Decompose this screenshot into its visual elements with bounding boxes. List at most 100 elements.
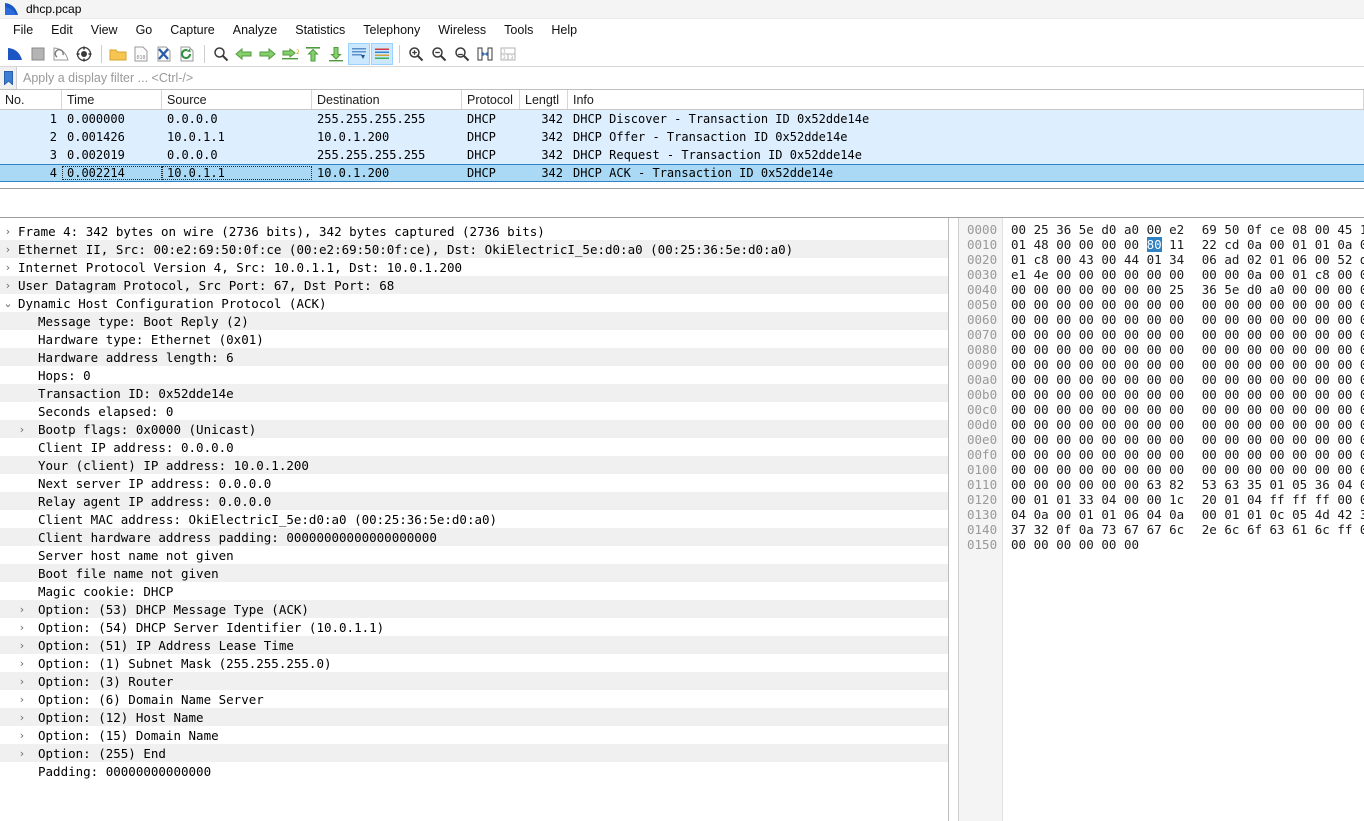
hex-byte[interactable]: 00 [1169,357,1184,372]
hex-byte[interactable]: 06 [1202,252,1217,267]
hex-byte[interactable]: 00 [1292,417,1307,432]
hex-byte[interactable]: 04 [1101,492,1116,507]
hex-byte-row[interactable]: 00 00 00 00 00 00 00 00 00 00 00 00 00 0… [1011,417,1364,432]
hex-byte[interactable]: 00 [1337,357,1352,372]
hex-byte[interactable]: a0 [1124,222,1139,237]
column-header-info[interactable]: Info [568,90,1364,109]
chevron-right-icon[interactable]: › [14,640,30,651]
hex-byte[interactable]: 00 [1124,492,1139,507]
hex-byte[interactable]: 01 [1270,477,1285,492]
hex-byte[interactable]: 00 [1337,267,1352,282]
detail-node[interactable]: › Option: (54) DHCP Server Identifier (10… [0,618,948,636]
hex-byte[interactable]: 00 [1360,447,1364,462]
detail-node[interactable]: › Ethernet II, Src: 00:e2:69:50:0f:ce (00… [0,240,948,258]
hex-byte[interactable]: 00 [1011,492,1026,507]
hex-byte[interactable]: 00 [1247,402,1262,417]
zoom-out-icon[interactable] [428,43,450,65]
hex-byte[interactable]: 00 [1056,267,1071,282]
hex-byte[interactable]: 00 [1011,297,1026,312]
hex-byte[interactable]: 82 [1169,477,1184,492]
hex-byte[interactable]: 01 [1292,237,1307,252]
menu-go[interactable]: Go [127,21,162,39]
hex-byte[interactable]: ff [1270,492,1285,507]
hex-byte[interactable]: 00 [1034,342,1049,357]
chevron-right-icon[interactable]: › [0,226,16,237]
hex-byte[interactable]: 00 [1169,327,1184,342]
hex-byte[interactable]: 00 [1079,372,1094,387]
hex-byte[interactable]: 00 [1056,417,1071,432]
hex-byte[interactable]: 00 [1315,372,1330,387]
detail-node[interactable]: Client MAC address: OkiElectricI_5e:d0:a… [0,510,948,528]
hex-byte[interactable]: 00 [1224,267,1239,282]
column-header-length[interactable]: Lengtl [520,90,568,109]
pane-splitter[interactable] [0,189,1364,217]
hex-byte[interactable]: 00 [1079,267,1094,282]
hex-byte[interactable]: 00 [1270,312,1285,327]
hex-byte[interactable]: 00 [1224,327,1239,342]
hex-byte[interactable]: 0a [1247,237,1262,252]
hex-byte[interactable]: 00 [1101,327,1116,342]
hex-byte[interactable]: 00 [1292,447,1307,462]
hex-byte[interactable]: 00 [1079,282,1094,297]
detail-node[interactable]: › Bootp flags: 0x0000 (Unicast) [0,420,948,438]
start-capture-icon[interactable] [4,43,26,65]
detail-node[interactable]: › Internet Protocol Version 4, Src: 10.0.… [0,258,948,276]
detail-node[interactable]: › Option: (15) Domain Name [0,726,948,744]
hex-byte[interactable]: 00 [1224,357,1239,372]
hex-byte-row[interactable]: 00 00 00 00 00 00 00 00 00 00 00 00 00 0… [1011,312,1364,327]
hex-byte-row[interactable]: 00 00 00 00 00 00 00 00 00 00 00 00 00 0… [1011,447,1364,462]
hex-byte[interactable]: 00 [1147,297,1162,312]
hex-byte[interactable]: 00 [1315,342,1330,357]
hex-byte[interactable]: 00 [1124,417,1139,432]
hex-byte[interactable]: 00 [1247,372,1262,387]
hex-byte[interactable]: e1 [1011,267,1026,282]
hex-byte[interactable]: 00 [1292,312,1307,327]
hex-byte[interactable]: 00 [1360,267,1364,282]
hex-byte[interactable]: 00 [1292,462,1307,477]
hex-byte[interactable]: 00 [1337,372,1352,387]
hex-byte[interactable]: 00 [1079,357,1094,372]
hex-byte[interactable]: 0a [1034,507,1049,522]
hex-byte[interactable]: 00 [1101,387,1116,402]
hex-byte[interactable]: 00 [1124,357,1139,372]
hex-byte[interactable]: 00 [1101,267,1116,282]
hex-byte[interactable]: 00 [1147,372,1162,387]
hex-byte[interactable]: 00 [1360,327,1364,342]
hex-byte[interactable]: 00 [1224,402,1239,417]
hex-byte[interactable]: 00 [1315,327,1330,342]
hex-byte[interactable]: 01 [1224,492,1239,507]
hex-byte[interactable]: 00 [1101,312,1116,327]
hex-byte[interactable]: 00 [1292,372,1307,387]
hex-byte[interactable]: 00 [1270,267,1285,282]
hex-byte[interactable]: cd [1224,237,1239,252]
hex-byte[interactable]: 25 [1169,282,1184,297]
hex-byte[interactable]: 00 [1337,342,1352,357]
hex-byte[interactable]: 00 [1315,447,1330,462]
hex-byte[interactable]: 00 [1202,417,1217,432]
hex-byte[interactable]: 6c [1224,522,1239,537]
hex-byte[interactable]: 73 [1101,522,1116,537]
chevron-right-icon[interactable]: › [0,280,16,291]
hex-byte[interactable]: 00 [1056,447,1071,462]
hex-byte[interactable]: 00 [1247,327,1262,342]
hex-byte[interactable]: 00 [1056,252,1071,267]
hex-byte[interactable]: 00 [1169,267,1184,282]
menu-view[interactable]: View [82,21,127,39]
detail-node[interactable]: › Option: (6) Domain Name Server [0,690,948,708]
hex-byte[interactable]: 00 [1224,387,1239,402]
hex-byte-row[interactable]: 00 00 00 00 00 00 00 00 00 00 00 00 00 0… [1011,327,1364,342]
hex-byte[interactable]: 00 [1292,387,1307,402]
hex-byte[interactable]: 00 [1270,327,1285,342]
hex-byte[interactable]: 00 [1169,342,1184,357]
hex-byte[interactable]: c8 [1315,267,1330,282]
hex-byte[interactable]: 00 [1202,507,1217,522]
menu-tools[interactable]: Tools [495,21,542,39]
colorize-packets-icon[interactable] [371,42,393,65]
hex-byte[interactable]: 00 [1147,312,1162,327]
hex-byte[interactable]: 67 [1147,522,1162,537]
hex-byte[interactable]: 00 [1224,342,1239,357]
detail-node[interactable]: Server host name not given [0,546,948,564]
hex-byte[interactable]: 00 [1101,282,1116,297]
hex-byte[interactable]: 00 [1101,402,1116,417]
hex-byte[interactable]: 00 [1202,267,1217,282]
